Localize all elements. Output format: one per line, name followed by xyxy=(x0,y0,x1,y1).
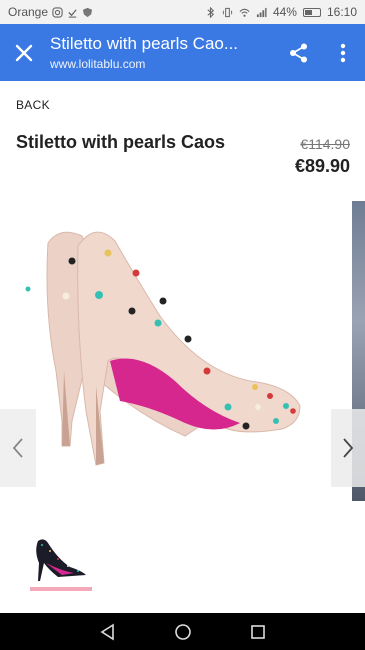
product-name: Stiletto with pearls Caos xyxy=(16,132,226,152)
battery-percent: 44% xyxy=(272,5,297,19)
page-url: www.lolitablu.com xyxy=(50,57,146,71)
shield-icon xyxy=(82,7,93,17)
product-gallery[interactable] xyxy=(0,201,365,501)
close-button[interactable] xyxy=(0,24,48,81)
chevron-right-icon xyxy=(343,438,354,458)
share-button[interactable] xyxy=(277,24,321,81)
back-triangle-icon[interactable] xyxy=(99,623,117,641)
more-vert-icon xyxy=(340,43,346,62)
recents-square-icon[interactable] xyxy=(250,624,266,640)
close-icon xyxy=(15,44,33,61)
clock: 16:10 xyxy=(326,5,357,19)
check-download-icon xyxy=(68,8,77,18)
share-icon xyxy=(290,43,307,62)
system-nav-bar xyxy=(0,613,365,650)
battery-icon xyxy=(302,7,321,17)
instagram-icon xyxy=(52,6,63,18)
page-title: Stiletto with pearls Cao... xyxy=(50,34,239,53)
wifi-icon xyxy=(239,8,250,17)
original-price: €114.90 xyxy=(300,136,350,152)
page-content: BACK Stiletto with pearls Caos €114.90 €… xyxy=(0,81,365,613)
more-options-button[interactable] xyxy=(321,24,365,81)
home-circle-icon[interactable] xyxy=(174,623,192,641)
chevron-left-icon xyxy=(12,438,23,458)
next-image-button[interactable] xyxy=(331,409,365,487)
product-thumbnail[interactable] xyxy=(28,533,92,583)
bluetooth-icon xyxy=(207,6,215,18)
status-bar: Orange 44% 16:10 xyxy=(0,0,365,24)
sale-price: €89.90 xyxy=(294,156,350,176)
thumbnail-selected-indicator xyxy=(30,587,92,591)
product-image xyxy=(25,231,301,466)
app-bar: Stiletto with pearls Cao... www.lolitabl… xyxy=(0,24,365,81)
previous-image-button[interactable] xyxy=(0,409,36,487)
vibrate-icon xyxy=(222,7,233,17)
back-link[interactable]: BACK xyxy=(16,98,50,112)
carrier-name: Orange xyxy=(8,5,49,19)
signal-icon xyxy=(256,7,267,17)
app-bar-titles: Stiletto with pearls Cao... www.lolitabl… xyxy=(48,34,277,71)
